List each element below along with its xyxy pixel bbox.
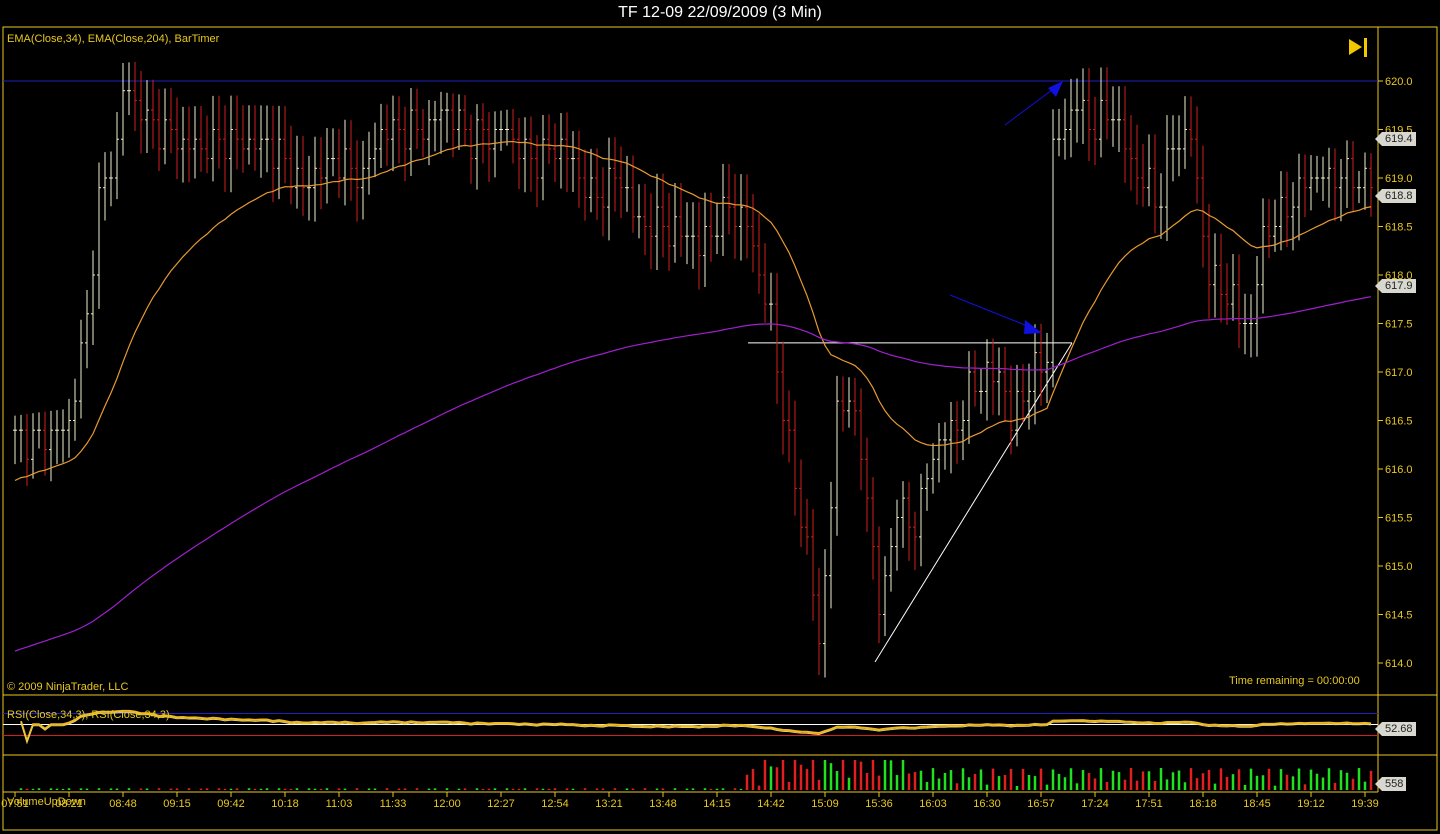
y-tick-label: 614.5 [1385,610,1413,622]
x-tick-label: 18:18 [1189,798,1217,810]
chart-canvas[interactable]: 620.0619.5619.0618.5618.0617.5617.0616.5… [0,0,1440,834]
x-tick-label: 12:54 [541,798,569,810]
x-tick-label: 15:36 [865,798,893,810]
volume-label: VolumeUpDown [7,796,86,808]
x-tick-label: 10:18 [271,798,299,810]
ema34-line [14,140,1372,482]
chart-frame [2,26,1438,831]
y-tick-label: 617.5 [1385,319,1413,331]
y-tick-label: 618.5 [1385,222,1413,234]
arrow-head-icon [1024,320,1042,334]
x-tick-label: 09:15 [163,798,191,810]
arrow-line [949,294,1031,328]
y-tick-label: 619.0 [1385,173,1413,185]
x-tick-label: 19:12 [1297,798,1325,810]
y-tick-label: 614.0 [1385,658,1413,670]
x-tick-label: 12:27 [487,798,515,810]
y-tick-label: 620.0 [1385,76,1413,88]
x-tick-label: 12:00 [433,798,461,810]
x-tick-label: 15:09 [811,798,839,810]
copyright-label: © 2009 NinjaTrader, LLC [7,681,129,693]
y-tick-label: 617.0 [1385,367,1413,379]
ema34-tag: 618.8 [1375,189,1416,203]
x-tick-label: 18:45 [1243,798,1271,810]
arrow-head-icon [1048,81,1063,97]
x-tick-label: 08:48 [109,798,137,810]
rsi-signal-line [20,711,1372,745]
trend-line [874,342,1073,663]
x-tick-label: 11:03 [326,798,353,810]
go-to-latest-bar-icon[interactable] [1349,38,1371,58]
x-tick-label: 14:42 [757,798,785,810]
x-tick-label: 16:57 [1027,798,1055,810]
y-tick-label: 616.5 [1385,416,1413,428]
x-tick-label: 17:51 [1135,798,1163,810]
x-tick-label: 14:15 [703,798,731,810]
y-tick-label: 615.0 [1385,561,1413,573]
last-price-tag: 619.4 [1375,132,1416,146]
x-tick-label: 19:39 [1351,798,1379,810]
rsi-tag: 52.68 [1375,722,1416,736]
x-tick-label: 13:48 [649,798,677,810]
y-tick-label: 615.5 [1385,513,1413,525]
time-remaining-label: Time remaining = 00:00:00 [1229,675,1360,687]
rsi-label: RSI(Close,34,3), RSI(Close,34,3) [7,709,170,721]
ema204-tag: 617.9 [1375,279,1416,293]
x-tick-label: 13:21 [595,798,623,810]
arrow-line [1004,89,1053,126]
x-tick-label: 16:03 [919,798,947,810]
x-tick-label: 11:33 [380,798,407,810]
y-tick-label: 616.0 [1385,464,1413,476]
rsi-line [20,709,1372,745]
volume-tag: 558 [1374,777,1407,791]
x-tick-label: 09:42 [217,798,245,810]
indicators-label: EMA(Close,34), EMA(Close,204), BarTimer [7,33,220,45]
x-tick-label: 16:30 [973,798,1001,810]
ema204-line [14,296,1372,652]
x-tick-label: 17:24 [1081,798,1109,810]
